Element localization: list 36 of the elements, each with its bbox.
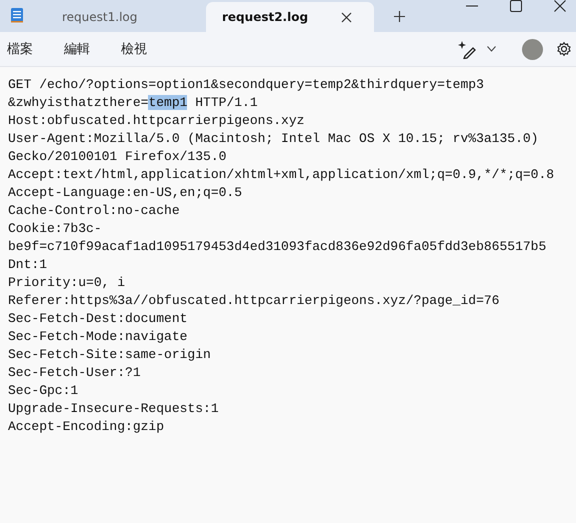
- text-line: Sec-Gpc:1: [8, 382, 80, 400]
- text-line: GET /echo/?options=option1&secondquery=temp2&thirdquery=temp3: [8, 76, 485, 94]
- text-line: Sec-Fetch-Dest:document: [8, 310, 188, 328]
- tab[interactable]: request2.log: [206, 2, 374, 32]
- text-line: Cache-Control:no-cache: [8, 202, 181, 220]
- text-line: Sec-Fetch-Site:same-origin: [8, 346, 212, 364]
- text-line: Dnt:1: [8, 256, 48, 274]
- text-line: Priority:u=0, i: [8, 274, 126, 292]
- text-line: Cookie:7b3c-: [8, 220, 103, 238]
- text-line: Sec-Fetch-User:?1: [8, 364, 142, 382]
- text-line: Upgrade-Insecure-Requests:1: [8, 400, 220, 418]
- text-line: Referer:https%3a//obfuscated.httpcarrierpigeons.xyz/?page_id=76: [8, 292, 500, 310]
- chevron-down-icon[interactable]: [487, 46, 496, 52]
- menu-item[interactable]: 檔案: [7, 40, 33, 58]
- avatar[interactable]: [522, 38, 543, 60]
- text-line: &zwhyisthatzthere=: [8, 95, 148, 110]
- maximize-icon[interactable]: [510, 0, 522, 12]
- plus-icon[interactable]: [394, 11, 405, 22]
- text-line: Accept:text/html,application/xhtml+xml,application/xml;q=0.9,*/*;q=0.8: [8, 166, 556, 184]
- text-line: HTTP/1.1: [194, 95, 258, 110]
- text-line: Accept-Encoding:gzip: [8, 418, 166, 436]
- notepad-icon: [10, 7, 24, 23]
- menu-item[interactable]: 編輯: [64, 40, 90, 58]
- text-line: Host:obfuscated.httpcarrierpigeons.xyz: [8, 112, 306, 130]
- tab[interactable]: request1.log: [46, 2, 206, 32]
- sparkle-pen-icon[interactable]: [457, 39, 477, 59]
- text-line: be9f=c710f99acaf1ad1095179453d4ed31093facd836e92d96fa05fdd3eb865517b5: [8, 238, 548, 256]
- text-line: User-Agent:Mozilla/5.0 (Macintosh; Intel Mac OS X 10.15; rv%3a135.0): [8, 130, 540, 148]
- text-line: Sec-Fetch-Mode:navigate: [8, 328, 188, 346]
- text-line: Accept-Language:en-US,en;q=0.5: [8, 184, 244, 202]
- selected-text: temp1: [148, 95, 188, 110]
- text-line: Gecko/20100101 Firefox/135.0: [8, 148, 228, 166]
- menu-item[interactable]: 檢視: [121, 40, 147, 58]
- settings-icon[interactable]: [556, 41, 572, 57]
- close-icon[interactable]: [554, 0, 566, 12]
- close-icon[interactable]: [341, 12, 352, 22]
